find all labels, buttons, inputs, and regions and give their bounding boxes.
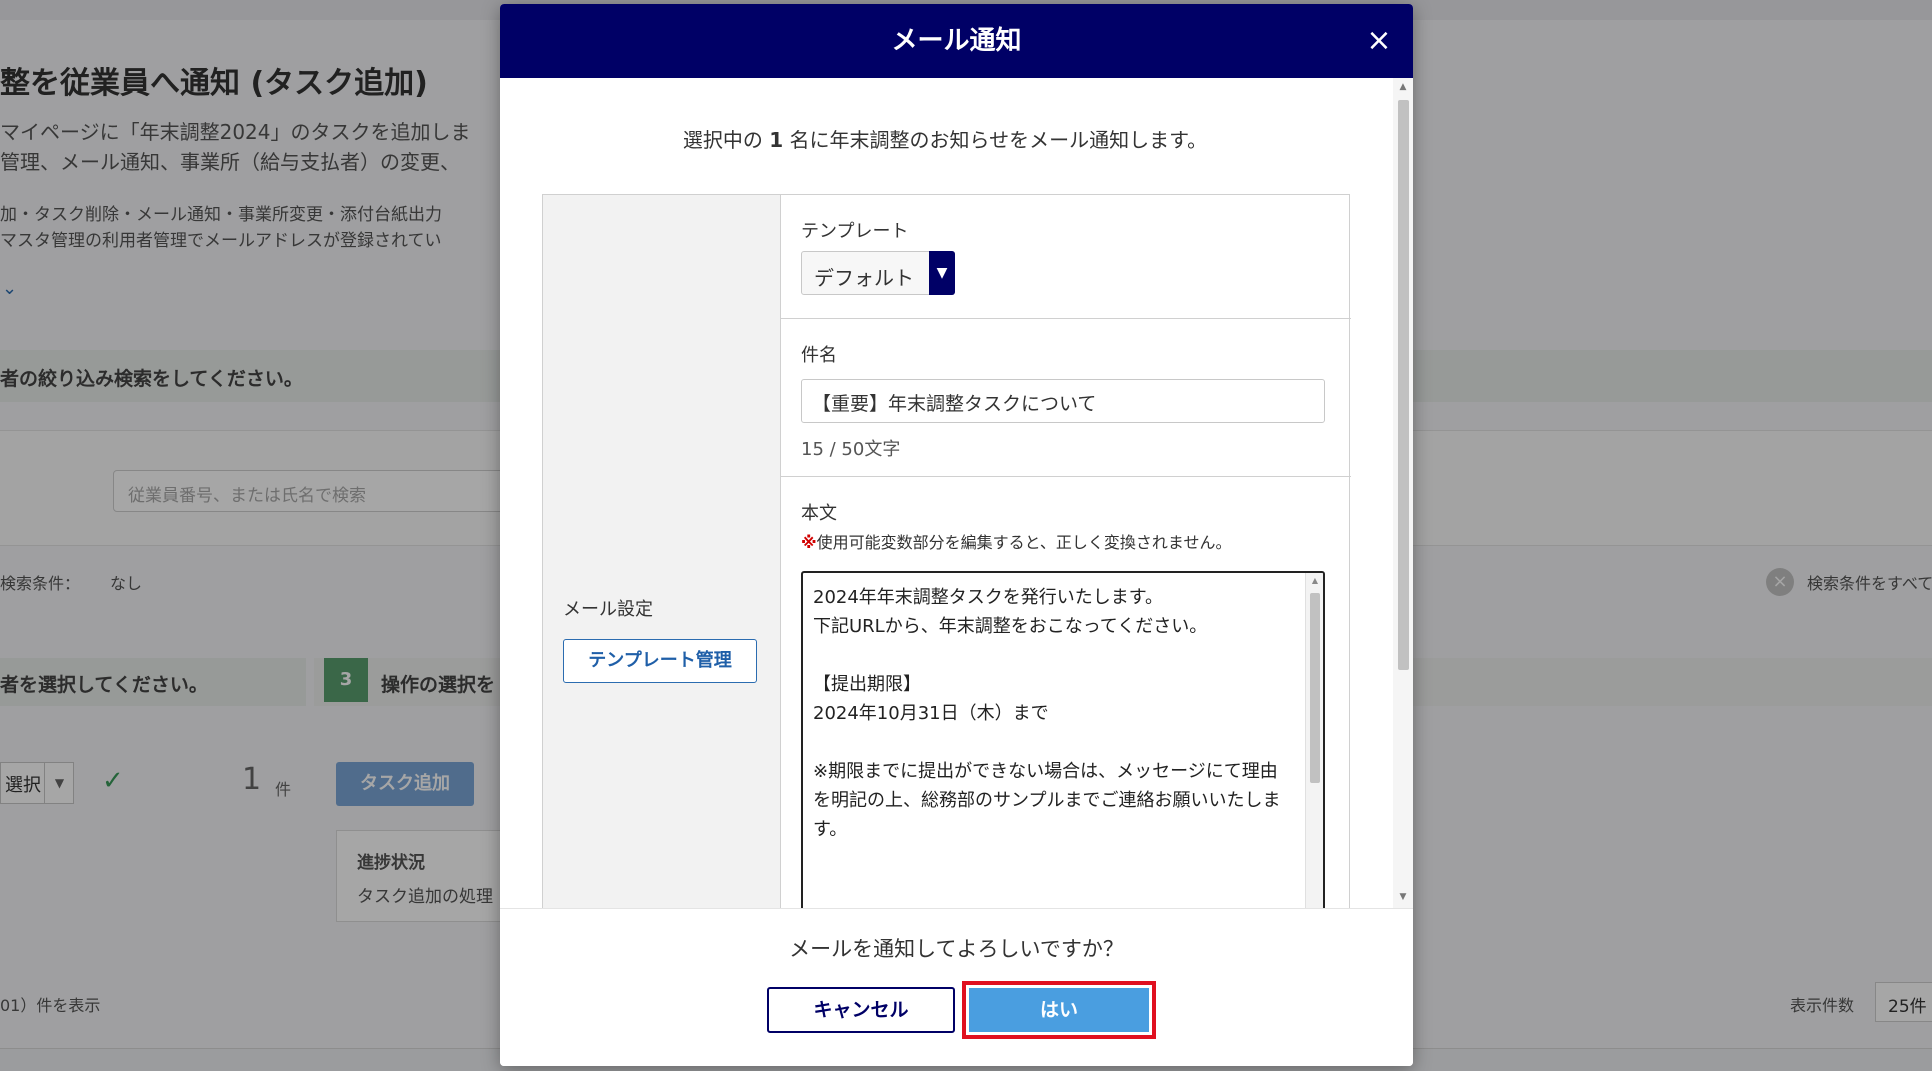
scroll-up-icon[interactable]: ▲ bbox=[1306, 573, 1323, 589]
scroll-down-icon[interactable]: ▼ bbox=[1393, 888, 1413, 906]
warning-mark: ※ bbox=[801, 533, 817, 552]
subject-input[interactable]: 【重要】年末調整タスクについて bbox=[801, 379, 1325, 423]
template-label: テンプレート bbox=[801, 221, 909, 242]
modal-header: メール通知 × bbox=[500, 4, 1413, 78]
subject-row: 件名 【重要】年末調整タスクについて 15 / 50文字 bbox=[781, 319, 1351, 477]
chevron-down-icon[interactable]: ▼ bbox=[929, 251, 955, 295]
modal-scrollbar[interactable]: ▲ ▼ bbox=[1393, 78, 1413, 908]
mail-settings-label-cell: メール設定 テンプレート管理 bbox=[543, 195, 781, 908]
intro-message: 選択中の 1 名に年末調整のお知らせをメール通知します。 bbox=[500, 124, 1390, 153]
yes-button[interactable]: はい bbox=[969, 988, 1149, 1032]
intro-after: 名に年末調整のお知らせをメール通知します。 bbox=[783, 128, 1208, 152]
body-textarea[interactable]: 2024年年末調整タスクを発行いたします。 下記URLから、年末調整をおこなって… bbox=[801, 571, 1325, 908]
subject-char-count: 15 / 50文字 bbox=[801, 439, 901, 460]
template-select-value: デフォルト bbox=[814, 266, 914, 290]
intro-before: 選択中の bbox=[682, 128, 770, 152]
template-select[interactable]: デフォルト ▼ bbox=[801, 251, 955, 295]
modal-footer: メールを通知してよろしいですか？ キャンセル はい bbox=[500, 908, 1413, 1066]
textarea-scrollbar[interactable]: ▲ bbox=[1305, 573, 1323, 908]
body-row: 本文 ※使用可能変数部分を編集すると、正しく変換されません。 2024年年末調整… bbox=[781, 477, 1351, 908]
mail-notification-modal: メール通知 × 選択中の 1 名に年末調整のお知らせをメール通知します。 メール… bbox=[500, 4, 1413, 1066]
body-text: 2024年年末調整タスクを発行いたします。 下記URLから、年末調整をおこなって… bbox=[813, 587, 1281, 840]
cancel-button[interactable]: キャンセル bbox=[767, 987, 955, 1033]
scroll-up-icon[interactable]: ▲ bbox=[1393, 78, 1413, 96]
yes-button-highlight: はい bbox=[962, 981, 1156, 1039]
warning-text: 使用可能変数部分を編集すると、正しく変換されません。 bbox=[816, 533, 1232, 552]
template-manage-button[interactable]: テンプレート管理 bbox=[563, 639, 757, 683]
confirm-question: メールを通知してよろしいですか？ bbox=[789, 937, 1124, 961]
mail-settings-table: メール設定 テンプレート管理 テンプレート デフォルト ▼ 件名 【重要】年末調… bbox=[542, 194, 1351, 908]
modal-title: メール通知 bbox=[891, 26, 1022, 56]
variable-warning: ※使用可能変数部分を編集すると、正しく変換されません。 bbox=[801, 529, 1231, 553]
modal-body: 選択中の 1 名に年末調整のお知らせをメール通知します。 メール設定 テンプレー… bbox=[500, 78, 1413, 908]
modal-scroll-thumb[interactable] bbox=[1398, 100, 1409, 670]
body-label: 本文 bbox=[801, 503, 837, 524]
template-row: テンプレート デフォルト ▼ bbox=[781, 195, 1351, 319]
subject-label: 件名 bbox=[801, 345, 837, 366]
intro-count: 1 bbox=[769, 128, 784, 152]
textarea-scroll-thumb[interactable] bbox=[1310, 593, 1320, 783]
mail-settings-label: メール設定 bbox=[563, 599, 653, 620]
close-icon[interactable]: × bbox=[1362, 24, 1396, 58]
